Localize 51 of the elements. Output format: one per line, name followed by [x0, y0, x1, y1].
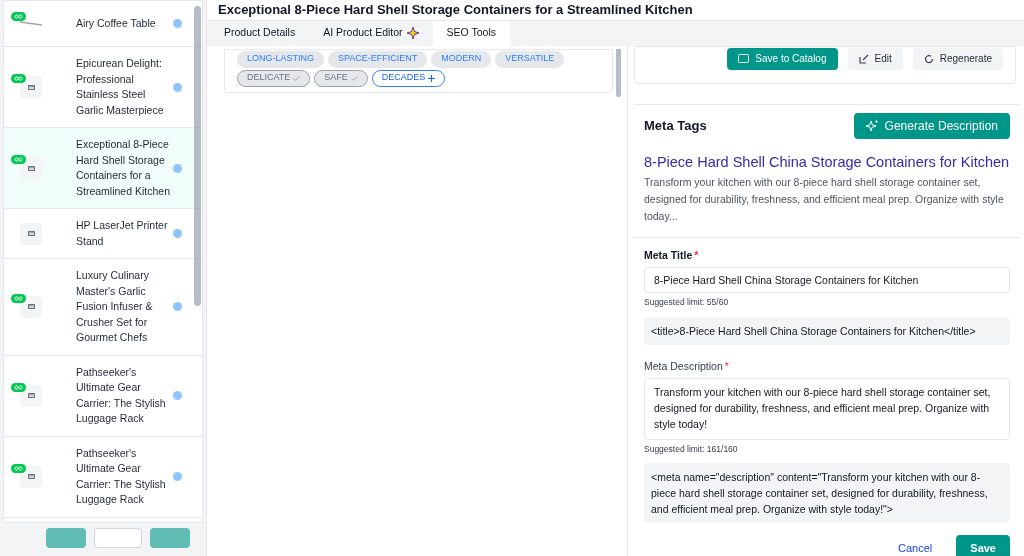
product-name: Airy Coffee Table: [75, 15, 157, 31]
product-name: Epicurean Delight: Professional Stainless Steel Garlic Masterpiece: [75, 56, 165, 118]
product-thumbnail: [20, 20, 42, 27]
keyword-tag[interactable]: DECADES: [371, 69, 446, 87]
plus-icon: [428, 74, 436, 82]
image-placeholder-icon: [20, 157, 42, 179]
meta-title-field[interactable]: 8-Piece Hard Shell China Storage Containers for Kitchen: [644, 267, 1010, 293]
keyword-tag[interactable]: SAFE: [314, 69, 368, 87]
title-tag-code: <title>8-Piece Hard Shell China Storage Containers for Kitchen</title>: [644, 316, 1010, 345]
field-label: Meta Title *: [644, 248, 700, 264]
sparkle-icon: [865, 119, 879, 132]
scrollbar[interactable]: [194, 6, 201, 306]
image-placeholder-icon: [20, 295, 42, 318]
product-name: Exceptional 8-Piece Hard Shell Storage Containers for a Streamlined Kitchen: [75, 137, 171, 199]
catalog-icon: [738, 54, 750, 63]
pagination-button[interactable]: [94, 528, 142, 548]
keyword-tag[interactable]: DELICATE: [237, 69, 311, 87]
search-preview-description: Transform your kitchen with our 8-piece hard shell storage container set, designed for durability, freshness, and efficient meal prep. Organize with style today...: [644, 175, 1005, 225]
search-preview-title[interactable]: 8-Piece Hard Shell China Storage Containers for Kitchen: [644, 151, 1010, 174]
section-heading: Meta Tags: [644, 116, 707, 135]
field-label: Meta Description *: [644, 358, 730, 374]
generate-description-button[interactable]: Generate Description: [853, 112, 1010, 139]
product-list-item[interactable]: Exceptional 8-Piece Hard Shell Storage Containers for a Streamlined Kitchen: [4, 128, 202, 209]
refresh-icon: [923, 53, 934, 64]
product-name: HP LaserJet Printer Stand: [75, 218, 169, 249]
regenerate-button[interactable]: Regenerate: [912, 47, 1003, 70]
check-icon: [350, 75, 358, 81]
tab[interactable]: SEO Tools: [432, 20, 510, 46]
scrollbar[interactable]: [616, 48, 621, 97]
image-placeholder-icon: [20, 465, 42, 488]
pagination-button[interactable]: [150, 528, 190, 548]
tab[interactable]: Product Details: [210, 20, 310, 46]
image-placeholder-icon: [20, 76, 42, 98]
save-button[interactable]: Save: [956, 535, 1010, 556]
product-title: Exceptional 8-Piece Hard Shell Storage Containers for a Streamlined Kitchen: [207, 0, 1024, 21]
image-placeholder-icon: [20, 384, 42, 407]
tab[interactable]: AI Product Editor: [309, 20, 433, 46]
product-name: Pathseeker's Ultimate Gear Carrier: The Stylish Luggage Rack: [75, 445, 167, 507]
character-count: Suggested limit: 55/60: [644, 296, 730, 309]
edit-icon: [858, 53, 869, 64]
save-to-catalog-button[interactable]: Save to Catalog: [727, 47, 838, 70]
character-count: Suggested limit: 161/160: [644, 442, 739, 456]
edit-button[interactable]: Edit: [847, 47, 903, 70]
product-name: Pathseeker's Ultimate Gear Carrier: The Stylish Luggage Rack: [75, 364, 167, 426]
cancel-button[interactable]: Cancel: [898, 540, 933, 556]
pagination-button[interactable]: [46, 528, 86, 548]
check-icon: [293, 75, 301, 81]
product-name: Luxury Culinary Master's Garlic Fusion Infuser & Crusher Set for Gourmet Chefs: [75, 268, 154, 345]
meta-tag-code: <meta name="description" content="Transform your kitchen with our 8-piece hard shell storage container set, designed for durability, freshness, and efficient meal prep. Organize with style today!">: [644, 463, 1010, 524]
image-placeholder-icon: [20, 222, 42, 245]
meta-description-field[interactable]: Transform your kitchen with our 8-piece hard shell storage container set, designed for durability, freshness, and efficient meal prep. Organize with style today!: [644, 377, 1010, 440]
